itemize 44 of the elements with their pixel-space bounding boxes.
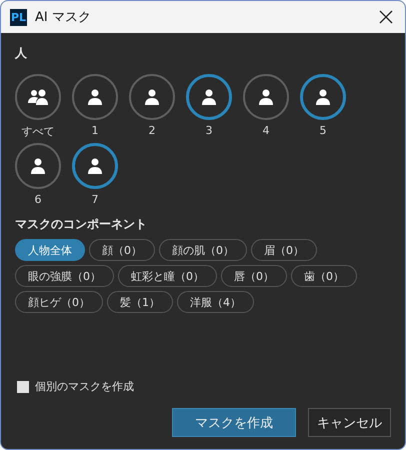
person-icon bbox=[30, 158, 46, 174]
section-heading: マスクのコンポーネント bbox=[15, 216, 148, 233]
person-label: 6 bbox=[34, 193, 42, 206]
window-title: AI マスク bbox=[35, 9, 92, 26]
checkbox[interactable] bbox=[17, 380, 29, 392]
person-label: すべて bbox=[22, 124, 54, 139]
person-label: 5 bbox=[320, 124, 326, 137]
component-chip[interactable]: 眉（0） bbox=[251, 239, 317, 261]
component-chip[interactable]: 顔ヒゲ（0） bbox=[15, 291, 103, 313]
component-chip[interactable]: 顔の肌（0） bbox=[159, 239, 247, 261]
person-button[interactable] bbox=[243, 74, 289, 120]
component-chip[interactable]: 唇（0） bbox=[221, 265, 287, 287]
person-button[interactable] bbox=[72, 74, 118, 120]
section-heading: 人 bbox=[15, 45, 28, 62]
checkbox-label: 個別のマスクを作成 bbox=[35, 379, 134, 394]
person-icon bbox=[315, 89, 331, 105]
person-label: 1 bbox=[92, 124, 98, 137]
person-label: 2 bbox=[148, 124, 156, 137]
person-icon bbox=[258, 89, 274, 105]
person-button[interactable] bbox=[129, 74, 175, 120]
close-icon[interactable] bbox=[379, 10, 393, 24]
component-chip[interactable]: 人物全体 bbox=[15, 239, 85, 261]
person-icon bbox=[144, 89, 160, 105]
component-chip[interactable]: 洋服（4） bbox=[177, 291, 254, 313]
create-mask-button[interactable]: マスクを作成 bbox=[172, 408, 296, 437]
person-button[interactable] bbox=[186, 74, 232, 120]
person-icon bbox=[201, 89, 217, 105]
people-icon bbox=[27, 89, 49, 105]
app-logo-icon: PL bbox=[10, 8, 27, 26]
person-button[interactable] bbox=[15, 74, 61, 120]
person-label: 7 bbox=[92, 193, 98, 206]
component-chip[interactable]: 眼の強膜（0） bbox=[15, 265, 114, 287]
component-chip[interactable]: 虹彩と瞳（0） bbox=[118, 265, 217, 287]
person-button[interactable] bbox=[72, 143, 118, 189]
person-icon bbox=[87, 158, 103, 174]
component-chip[interactable]: 歯（0） bbox=[291, 265, 357, 287]
component-chip[interactable]: 顔（0） bbox=[89, 239, 155, 261]
person-button[interactable] bbox=[15, 143, 61, 189]
person-label: 3 bbox=[206, 124, 212, 137]
cancel-button[interactable]: キャンセル bbox=[308, 408, 391, 437]
person-icon bbox=[87, 89, 103, 105]
component-chip[interactable]: 髪（1） bbox=[107, 291, 173, 313]
person-label: 4 bbox=[262, 124, 270, 137]
person-button[interactable] bbox=[300, 74, 346, 120]
